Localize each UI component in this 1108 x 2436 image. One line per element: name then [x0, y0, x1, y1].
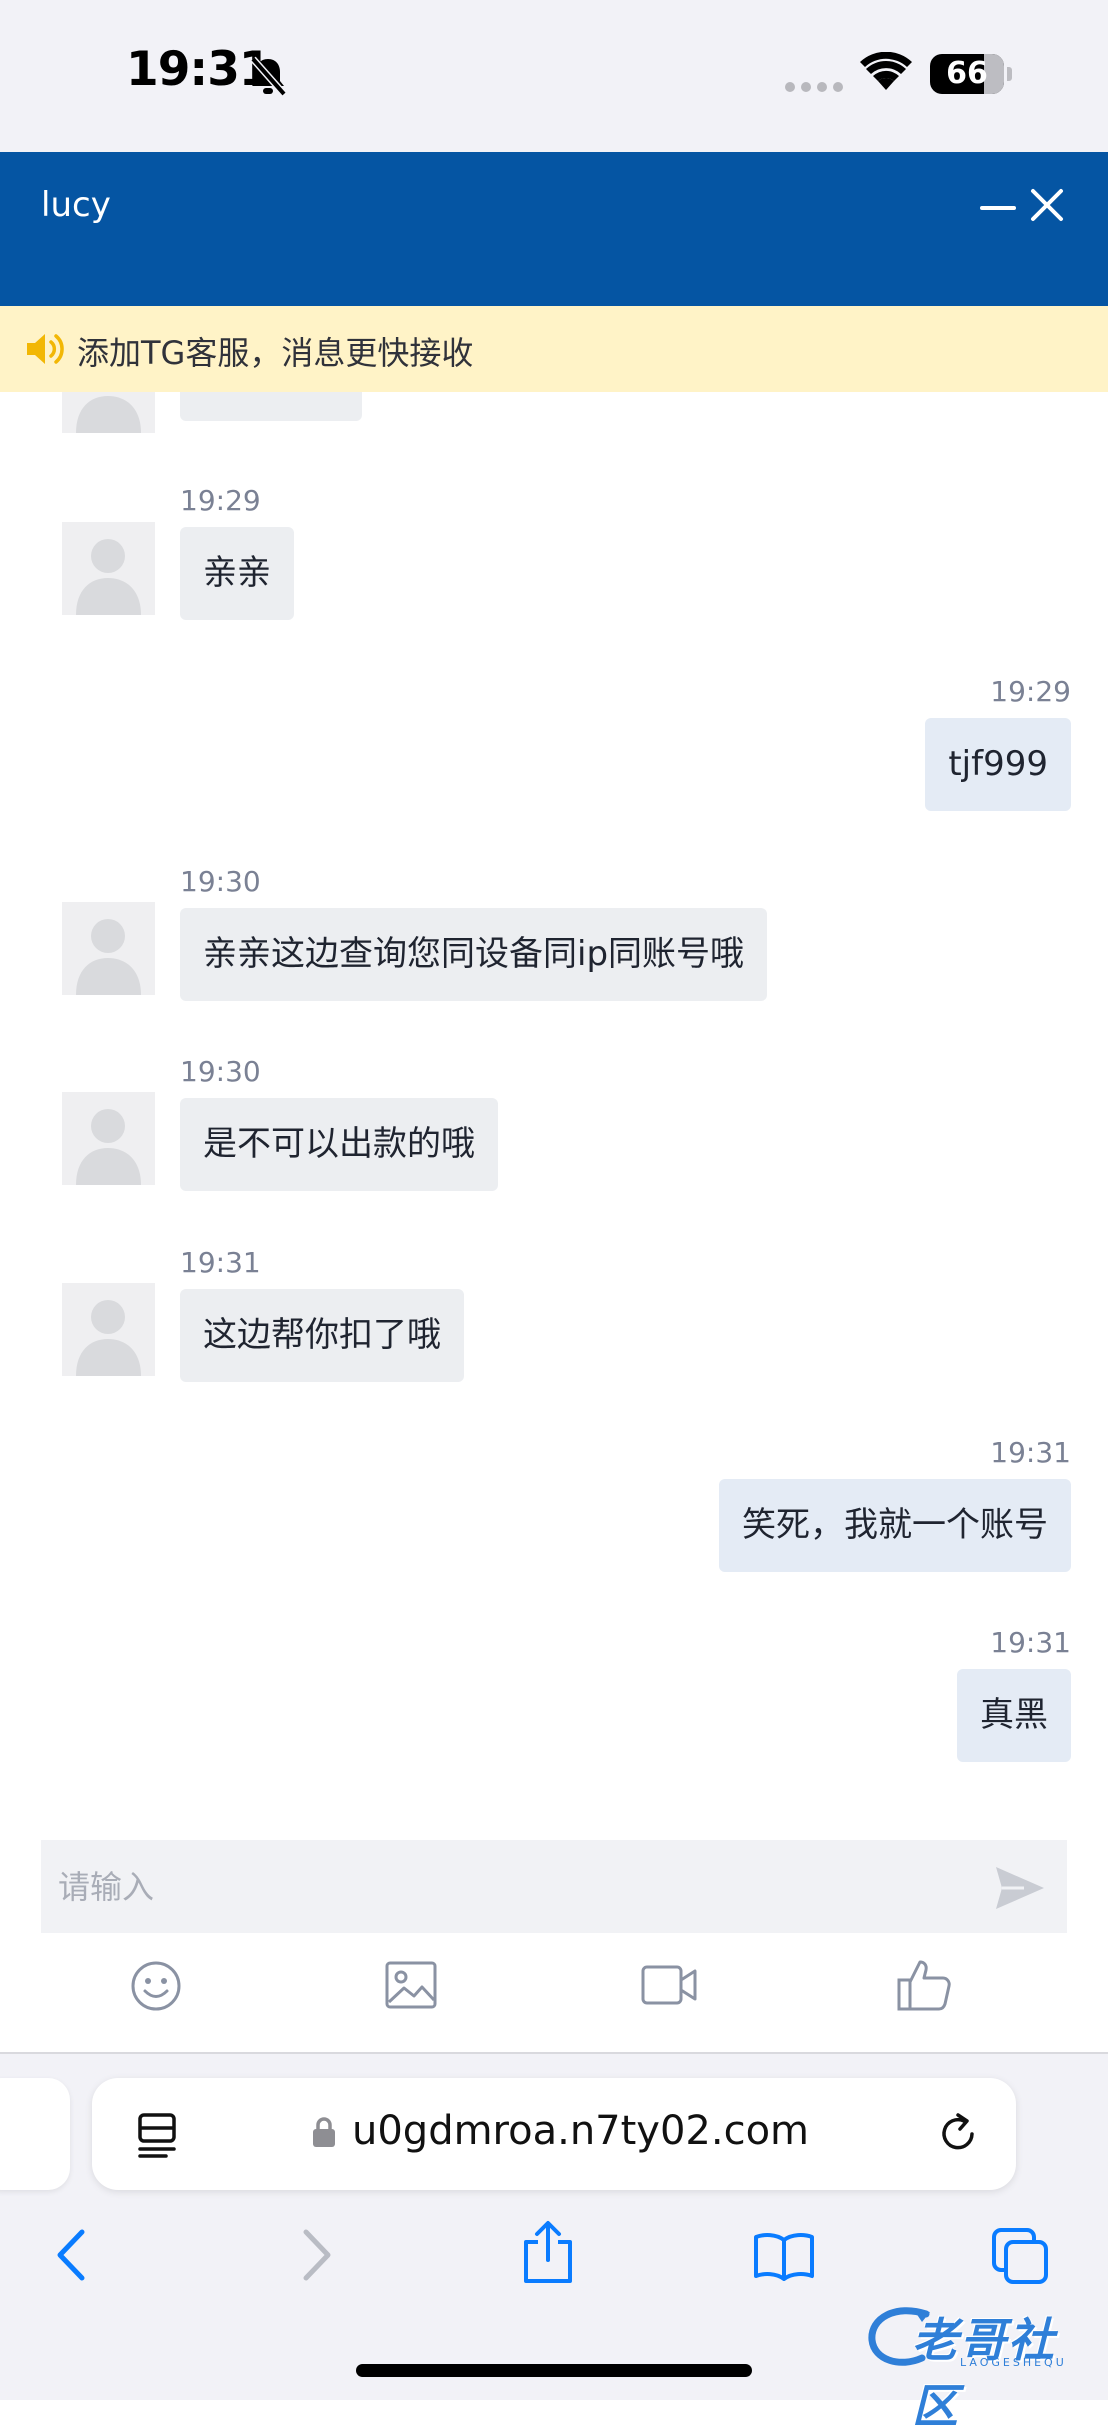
wifi-icon — [860, 52, 912, 90]
message-list[interactable]: 去火账号 19:29 亲亲 19:29 tjf999 19:30 亲亲这边查询您… — [0, 392, 1108, 1830]
notice-text: 添加TG客服，消息更快接收 — [77, 334, 474, 372]
agent-avatar — [62, 1283, 155, 1376]
send-icon[interactable] — [994, 1864, 1046, 1912]
message-time: 19:31 — [180, 1246, 261, 1279]
status-bar: 19:31 66 — [0, 0, 1108, 152]
previous-tab-card[interactable] — [0, 2078, 70, 2190]
lock-icon — [313, 2117, 335, 2147]
thumbs-up-icon[interactable] — [896, 1958, 952, 2012]
message-bubble-incoming: 亲亲这边查询您同设备同ip同账号哦 — [180, 908, 768, 1001]
chat-header: lucy — [0, 152, 1108, 306]
home-indicator[interactable] — [356, 2364, 752, 2377]
tabs-icon[interactable] — [990, 2226, 1050, 2286]
speaker-icon — [27, 334, 64, 364]
message-bubble-outgoing: 笑死，我就一个账号 — [719, 1479, 1071, 1572]
input-area — [0, 1830, 1108, 2052]
battery-level: 66 — [946, 56, 988, 91]
message-bubble-outgoing: tjf999 — [925, 718, 1071, 811]
watermark-logo: 老哥社区 LAOGESHEQU — [866, 2300, 1102, 2433]
close-icon[interactable] — [1026, 184, 1068, 226]
agent-avatar — [62, 392, 155, 433]
address-bar[interactable]: u0gdmroa.n7ty02.com — [92, 2078, 1016, 2190]
battery-icon: 66 — [930, 54, 1014, 94]
emoji-icon[interactable] — [130, 1960, 182, 2012]
message-bubble-incoming: 去火账号 — [180, 392, 362, 421]
message-time: 19:31 — [990, 1436, 1071, 1469]
agent-avatar — [62, 522, 155, 615]
notice-bar[interactable]: 添加TG客服，消息更快接收 — [0, 306, 1108, 392]
bookmarks-icon[interactable] — [752, 2230, 816, 2282]
back-icon[interactable] — [54, 2228, 90, 2282]
agent-avatar — [62, 902, 155, 995]
share-icon[interactable] — [522, 2220, 574, 2284]
minimize-icon[interactable] — [978, 188, 1018, 228]
bell-muted-icon — [250, 56, 287, 97]
video-icon[interactable] — [640, 1962, 698, 2008]
agent-avatar — [62, 1092, 155, 1185]
image-icon[interactable] — [384, 1960, 438, 2010]
reload-icon[interactable] — [934, 2110, 982, 2158]
page-menu-icon[interactable] — [136, 2112, 178, 2158]
message-bubble-incoming: 是不可以出款的哦 — [180, 1098, 498, 1191]
watermark-subtext: LAOGESHEQU — [960, 2356, 1067, 2369]
forward-icon[interactable] — [298, 2228, 334, 2282]
watermark-text: 老哥社区 — [912, 2313, 1056, 2433]
message-bubble-incoming: 这边帮你扣了哦 — [180, 1289, 464, 1382]
message-bubble-outgoing: 真黑 — [957, 1669, 1071, 1762]
message-time: 19:29 — [990, 675, 1071, 708]
message-time: 19:30 — [180, 865, 261, 898]
message-time: 19:29 — [180, 484, 261, 517]
message-time: 19:31 — [990, 1626, 1071, 1659]
message-input[interactable] — [41, 1840, 1067, 1933]
chat-title: lucy — [41, 185, 111, 225]
signal-dots-icon — [785, 82, 843, 92]
message-bubble-incoming: 亲亲 — [180, 527, 294, 620]
url-text: u0gdmroa.n7ty02.com — [352, 2108, 810, 2154]
message-time: 19:30 — [180, 1055, 261, 1088]
